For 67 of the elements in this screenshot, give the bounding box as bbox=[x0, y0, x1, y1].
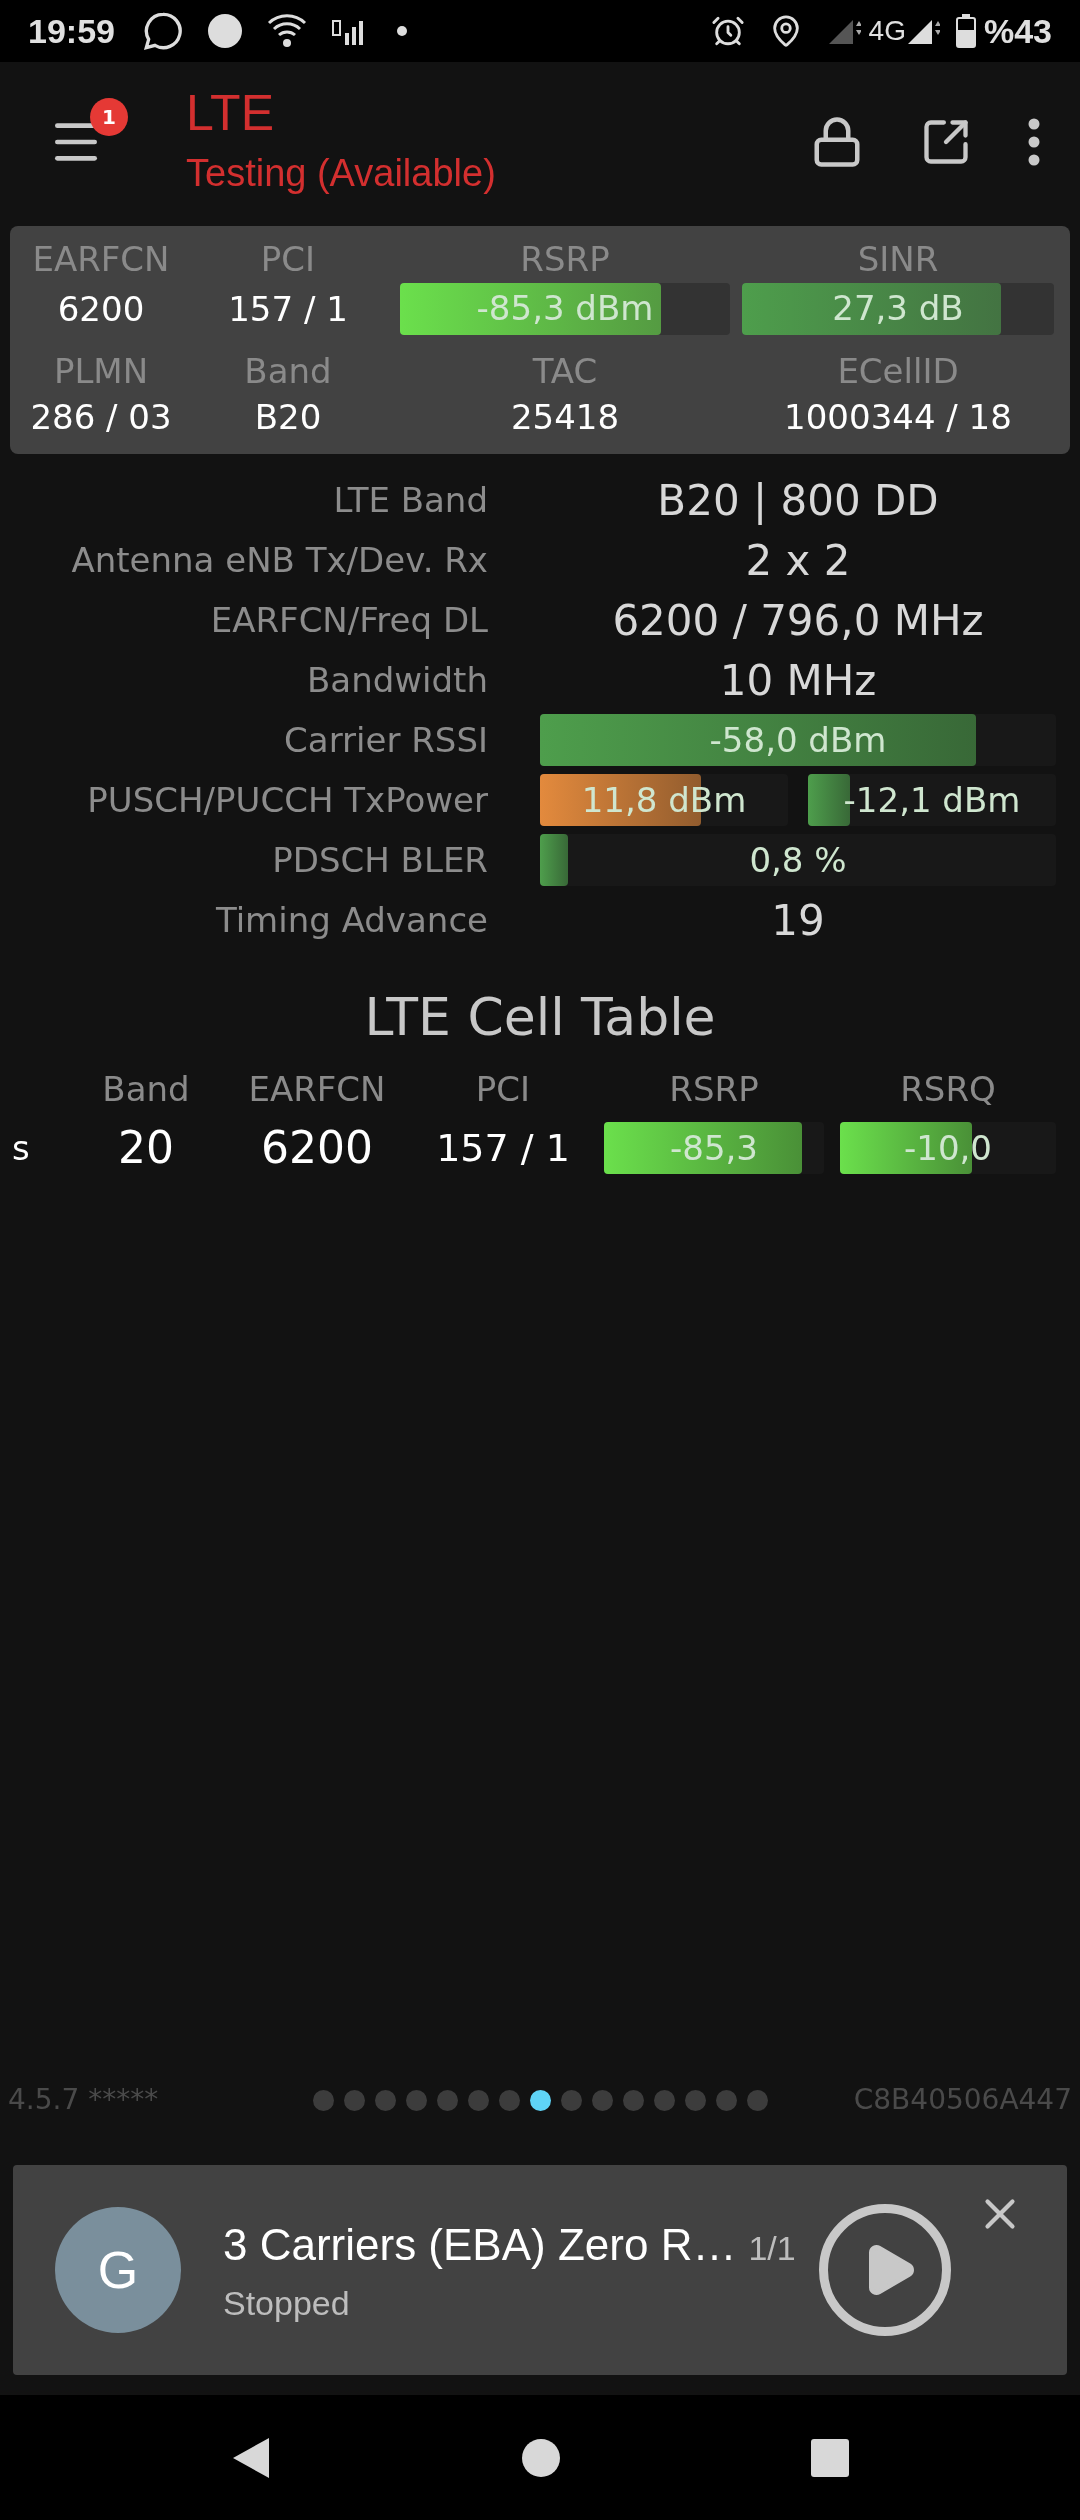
column-header: RSRP bbox=[668, 1068, 760, 1111]
back-icon[interactable] bbox=[231, 2435, 271, 2480]
page-subtitle: Testing (Available) bbox=[186, 150, 496, 196]
version-label: 4.5.7 ***** bbox=[8, 2082, 160, 2118]
battery-icon bbox=[955, 14, 976, 48]
column-header: EARFCN bbox=[247, 1068, 387, 1111]
detail-value: 2 x 2 bbox=[744, 534, 852, 587]
cell-value: 25418 bbox=[509, 396, 621, 440]
bar-value: 0,8 % bbox=[748, 838, 848, 882]
detail-label: PUSCH/PUCCH TxPower bbox=[86, 778, 488, 822]
cell-value: 286 / 03 bbox=[29, 396, 173, 440]
bar-value: -85,3 dBm bbox=[475, 287, 655, 331]
detail-value: B20 | 800 DD bbox=[656, 474, 940, 527]
detail-label: LTE Band bbox=[332, 478, 488, 522]
network-type: 4G bbox=[868, 14, 906, 48]
column-label: Band bbox=[243, 349, 333, 390]
track-count: 1/1 bbox=[748, 2227, 796, 2269]
clock: 19:59 bbox=[28, 10, 115, 52]
column-label: PLMN bbox=[52, 349, 150, 390]
wifi-icon bbox=[266, 13, 307, 49]
detail-label: Bandwidth bbox=[306, 658, 488, 702]
column-label: SINR bbox=[856, 238, 940, 280]
section-title: LTE Cell Table bbox=[363, 986, 717, 1049]
detail-label: PDSCH BLER bbox=[271, 838, 488, 882]
more-icon bbox=[1028, 118, 1040, 166]
cell-value: 157 / 1 bbox=[227, 287, 349, 331]
alarm-icon bbox=[710, 14, 745, 48]
dot-icon bbox=[396, 26, 407, 36]
home-icon[interactable] bbox=[521, 2437, 561, 2478]
bar-value: -58,0 dBm bbox=[708, 718, 888, 762]
signal-icon bbox=[330, 17, 365, 45]
column-label: EARFCN bbox=[31, 238, 171, 280]
recents-icon[interactable] bbox=[811, 2438, 849, 2477]
avatar: G bbox=[55, 2207, 181, 2333]
column-header: PCI bbox=[474, 1068, 532, 1111]
column-label: ECellID bbox=[836, 349, 960, 390]
circle-icon bbox=[206, 13, 243, 49]
column-label: PCI bbox=[259, 238, 317, 280]
detail-label: Timing Advance bbox=[214, 898, 488, 942]
row-type: s bbox=[11, 1126, 31, 1170]
battery-level: %43 bbox=[983, 10, 1052, 52]
column-header: Band bbox=[101, 1068, 191, 1111]
column-label: TAC bbox=[531, 349, 599, 390]
column-header: RSRQ bbox=[899, 1068, 997, 1111]
detail-value: 6200 / 796,0 MHz bbox=[611, 594, 985, 647]
cell-value: 6200 bbox=[56, 287, 146, 331]
bar-value: -12,1 dBm bbox=[842, 778, 1022, 822]
detail-value: 19 bbox=[770, 894, 826, 947]
detail-value: 10 MHz bbox=[718, 654, 878, 707]
page-title: LTE bbox=[186, 84, 275, 144]
play-button[interactable] bbox=[819, 2204, 951, 2336]
bar-value: -85,3 bbox=[669, 1126, 759, 1170]
detail-label: Carrier RSSI bbox=[283, 718, 488, 762]
device-id: C8B40506A447 bbox=[852, 2082, 1072, 2118]
column-label: RSRP bbox=[519, 238, 611, 280]
notification-badge: 1 bbox=[90, 98, 128, 136]
track-title: 3 Carriers (EBA) Zero R… bbox=[223, 2218, 737, 2271]
table-cell-text: 157 / 1 bbox=[435, 1124, 571, 1172]
table-cell-text: 20 bbox=[117, 1121, 175, 1175]
chat-icon bbox=[142, 11, 183, 51]
detail-label: Antenna eNB Tx/Dev. Rx bbox=[70, 538, 488, 582]
bar-value: 27,3 dB bbox=[831, 287, 965, 331]
player-status: Stopped bbox=[223, 2282, 351, 2324]
table-cell-text: 6200 bbox=[260, 1121, 374, 1175]
cell-value: 1000344 / 18 bbox=[783, 396, 1013, 440]
cell-value: B20 bbox=[253, 396, 323, 440]
detail-label: EARFCN/Freq DL bbox=[209, 598, 488, 642]
